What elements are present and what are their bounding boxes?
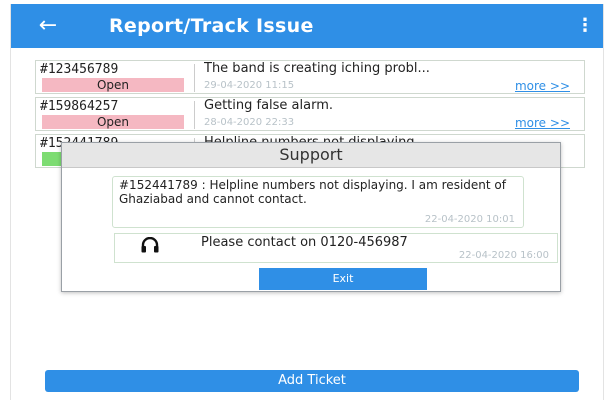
app-bar: ← Report/Track Issue ⋮	[11, 4, 603, 48]
support-reply-card: Please contact on 0120-456987 22-04-2020…	[114, 233, 558, 263]
support-reply: Please contact on 0120-456987	[201, 235, 408, 250]
exit-button[interactable]: Exit	[259, 268, 427, 290]
more-vertical-icon[interactable]: ⋮	[575, 12, 595, 40]
issue-message-card: #152441789 : Helpline numbers not displa…	[112, 176, 524, 228]
dialog-header: Support	[62, 143, 560, 168]
issue-message: #152441789 : Helpline numbers not displa…	[119, 178, 506, 206]
arrow-left-icon[interactable]: ←	[33, 10, 63, 42]
dialog-title: Support	[279, 145, 343, 164]
app-screen: ← Report/Track Issue ⋮ #123456789 Open T…	[10, 4, 604, 400]
headset-icon	[141, 236, 159, 253]
message-date: 22-04-2020 10:01	[424, 214, 515, 225]
support-dialog: Support #152441789 : Helpline numbers no…	[61, 142, 561, 292]
page-title: Report/Track Issue	[109, 15, 314, 37]
reply-date: 22-04-2020 16:00	[458, 250, 549, 261]
add-ticket-button[interactable]: Add Ticket	[45, 370, 579, 392]
